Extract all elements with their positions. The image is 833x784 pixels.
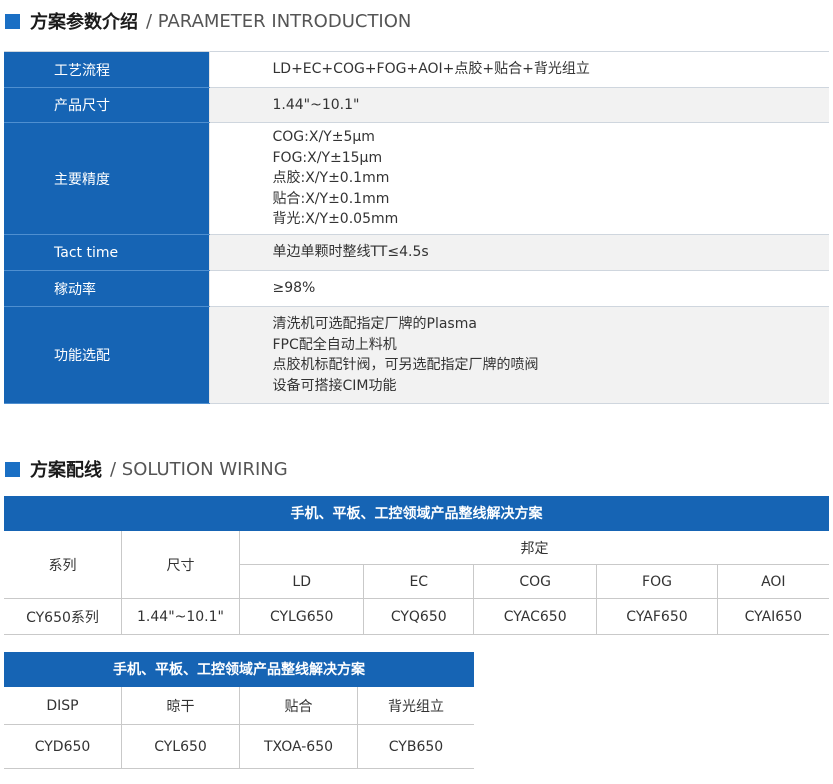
table-row: CY650系列 1.44"~10.1" CYLG650 CYQ650 CYAC6… — [4, 598, 829, 635]
sub-col: LD — [239, 564, 365, 599]
sub-col: AOI — [717, 564, 829, 599]
param-value-line: ≥98% — [272, 280, 316, 297]
col-series: 系列 — [4, 530, 122, 599]
param-value: 单边单颗时整线TT≤4.5s — [209, 234, 829, 271]
col-head: 晾干 — [121, 686, 240, 725]
param-value-line: COG:X/Y±5μm — [272, 129, 375, 146]
param-key: 工艺流程 — [4, 51, 210, 88]
section-title-wiring: 方案配线 / SOLUTION WIRING — [5, 456, 288, 482]
section-title-en: / SOLUTION WIRING — [110, 458, 288, 480]
section-title-parameter: 方案参数介绍 / PARAMETER INTRODUCTION — [5, 8, 411, 34]
param-value-line: 贴合:X/Y±0.1mm — [272, 190, 390, 207]
square-icon — [5, 13, 20, 29]
table-header: 手机、平板、工控领域产品整线解决方案 — [4, 496, 829, 531]
section-title-zh: 方案配线 — [30, 460, 102, 481]
param-value-line: 单边单颗时整线TT≤4.5s — [272, 244, 429, 261]
table-row: 系列 尺寸 邦定 — [4, 530, 829, 599]
param-value-line: FOG:X/Y±15μm — [272, 149, 383, 166]
col-group-bonding: 邦定 — [239, 530, 829, 565]
cell: CYD650 — [4, 724, 122, 769]
param-key: Tact time — [4, 234, 210, 271]
table-row: Tact time 单边单颗时整线TT≤4.5s — [4, 234, 829, 271]
cell: TXOA-650 — [239, 724, 358, 769]
table-row: DISP 晾干 贴合 背光组立 — [4, 686, 474, 725]
cell: 1.44"~10.1" — [121, 598, 240, 635]
param-value-line: 点胶机标配针阀，可另选配指定厂牌的喷阀 — [272, 357, 539, 373]
table-row: CYD650 CYL650 TXOA-650 CYB650 — [4, 724, 474, 769]
param-key: 主要精度 — [4, 122, 210, 235]
table-row: 工艺流程 LD+EC+COG+FOG+AOI+点胶+贴合+背光组立 — [4, 51, 829, 88]
table-header: 手机、平板、工控领域产品整线解决方案 — [4, 652, 474, 687]
cell: CYAC650 — [473, 598, 598, 635]
param-value: 1.44"~10.1" — [209, 87, 829, 123]
param-value-line: FPC配全自动上料机 — [272, 336, 397, 353]
param-value-line: 点胶:X/Y±0.1mm — [272, 170, 390, 187]
square-icon — [5, 461, 20, 477]
param-key: 产品尺寸 — [4, 87, 210, 123]
param-key: 功能选配 — [4, 306, 210, 404]
cell: CYAF650 — [596, 598, 718, 635]
col-head: 背光组立 — [357, 686, 474, 725]
col-head: 贴合 — [239, 686, 358, 725]
wiring-table-assembly: 手机、平板、工控领域产品整线解决方案 DISP 晾干 贴合 背光组立 CYD65… — [4, 652, 474, 769]
param-value: COG:X/Y±5μm FOG:X/Y±15μm 点胶:X/Y±0.1mm 贴合… — [209, 122, 829, 235]
cell: CYAI650 — [717, 598, 829, 635]
table-row: 功能选配 清洗机可选配指定厂牌的Plasma FPC配全自动上料机 点胶机标配针… — [4, 306, 829, 404]
param-value: LD+EC+COG+FOG+AOI+点胶+贴合+背光组立 — [209, 51, 829, 88]
cell: CYQ650 — [363, 598, 475, 635]
cell: CYB650 — [357, 724, 474, 769]
table-row: 主要精度 COG:X/Y±5μm FOG:X/Y±15μm 点胶:X/Y±0.1… — [4, 122, 829, 235]
param-value-line: 设备可搭接CIM功能 — [272, 377, 397, 394]
wiring-table-bonding: 手机、平板、工控领域产品整线解决方案 系列 尺寸 邦定 LD EC COG FO… — [4, 496, 829, 635]
param-value: ≥98% — [209, 270, 829, 307]
param-value: 清洗机可选配指定厂牌的Plasma FPC配全自动上料机 点胶机标配针阀，可另选… — [209, 306, 829, 404]
cell: CY650系列 — [4, 598, 122, 635]
parameter-table: 工艺流程 LD+EC+COG+FOG+AOI+点胶+贴合+背光组立 产品尺寸 1… — [4, 51, 829, 404]
cell: CYL650 — [121, 724, 240, 769]
wiring-table-title: 手机、平板、工控领域产品整线解决方案 — [4, 652, 474, 687]
param-key: 稼动率 — [4, 270, 210, 307]
wiring-table-title: 手机、平板、工控领域产品整线解决方案 — [4, 496, 829, 531]
sub-col: COG — [473, 564, 598, 599]
col-head: DISP — [4, 686, 122, 725]
param-value-line: 清洗机可选配指定厂牌的Plasma — [272, 316, 477, 332]
param-value-line: 1.44"~10.1" — [272, 96, 360, 113]
col-size: 尺寸 — [121, 530, 240, 599]
section-title-zh: 方案参数介绍 — [30, 12, 138, 33]
param-value-line: 背光:X/Y±0.05mm — [272, 211, 399, 228]
param-value-line: LD+EC+COG+FOG+AOI+点胶+贴合+背光组立 — [272, 61, 590, 78]
sub-col: FOG — [596, 564, 718, 599]
sub-col: EC — [363, 564, 475, 599]
cell: CYLG650 — [239, 598, 365, 635]
table-row: 稼动率 ≥98% — [4, 270, 829, 307]
table-row: 产品尺寸 1.44"~10.1" — [4, 87, 829, 123]
section-title-en: / PARAMETER INTRODUCTION — [146, 10, 412, 32]
